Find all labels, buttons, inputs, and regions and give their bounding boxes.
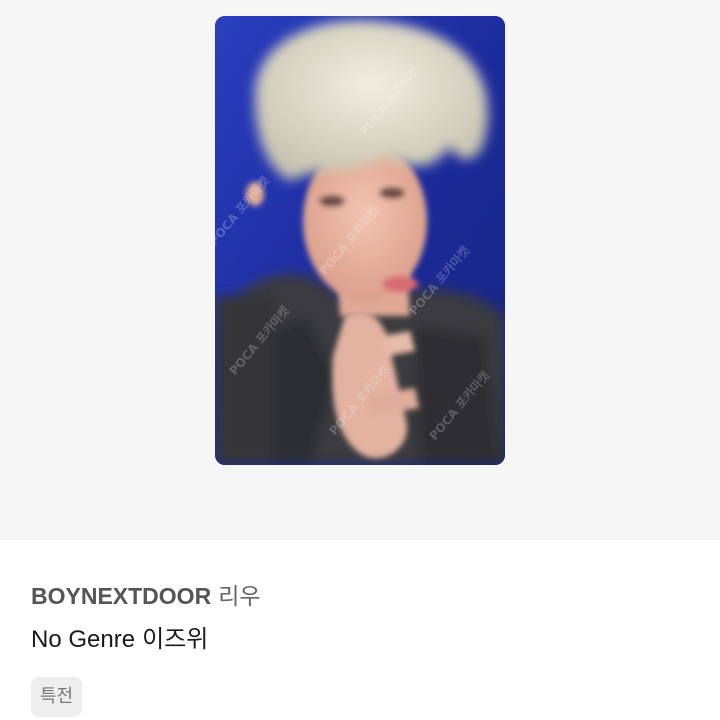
- artist-line: BOYNEXTDOOR 리우: [31, 580, 691, 613]
- photocard-illustration: POCA 포카마켓 POCA 포카마켓 POCA 포카마켓 POCA 포카마켓 …: [215, 16, 505, 465]
- album-line: No Genre 이즈위: [31, 622, 691, 657]
- product-page: POCA 포카마켓 POCA 포카마켓 POCA 포카마켓 POCA 포카마켓 …: [0, 0, 720, 720]
- product-info: BOYNEXTDOOR 리우 No Genre 이즈위: [31, 580, 691, 657]
- product-image-area[interactable]: POCA 포카마켓 POCA 포카마켓 POCA 포카마켓 POCA 포카마켓 …: [0, 0, 720, 540]
- member-name[interactable]: 리우: [218, 584, 260, 610]
- version-name: 이즈위: [142, 625, 209, 653]
- artist-group-name[interactable]: BOYNEXTDOOR: [31, 583, 211, 609]
- tag-badge[interactable]: 특전: [31, 677, 83, 717]
- album-name: No Genre: [31, 626, 136, 653]
- photocard-image[interactable]: POCA 포카마켓 POCA 포카마켓 POCA 포카마켓 POCA 포카마켓 …: [215, 16, 505, 465]
